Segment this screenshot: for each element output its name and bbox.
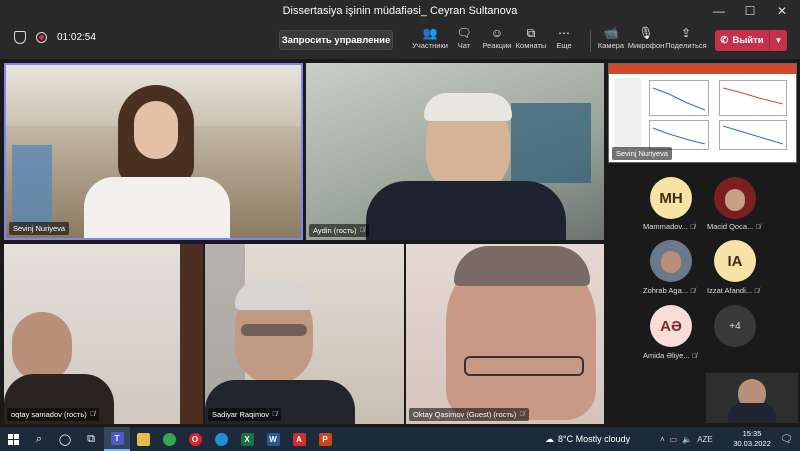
mic-muted-icon: 🎙̸ <box>359 227 365 234</box>
participant-name-label: Sadiyar Raqimov 🎙̸ <box>208 408 282 421</box>
participant-name-label: Sevinj Nuriyeva <box>9 222 70 235</box>
mic-muted-icon: 🎙̸ <box>272 411 278 418</box>
meeting-stage: Sevinj Nuriyeva Aydin (гость) 🎙̸ Sevinj N… <box>0 60 800 427</box>
notification-icon[interactable]: 🗨 <box>780 427 793 451</box>
file-explorer-icon[interactable] <box>130 427 156 451</box>
more-button[interactable]: ⋯ Еще <box>543 26 585 56</box>
mic-muted-icon: 🎙̸ <box>89 411 96 418</box>
participant-name-label: Oktay Qasimov (Guest) (гость) 🎙̸ <box>409 408 529 421</box>
windows-icon <box>7 433 19 445</box>
volume-icon[interactable]: 🔈 <box>682 435 692 444</box>
participant-name-label: oqtay samadov (гость) 🎙̸ <box>7 408 100 421</box>
mic-muted-icon: 🎙̸ <box>689 224 696 231</box>
excel-icon[interactable]: X <box>234 427 260 451</box>
participant-name: Macid Qoca... 🎙̸ <box>707 222 761 231</box>
cloud-icon: ☁ <box>545 433 554 444</box>
request-control-button[interactable]: Запросить управление <box>279 30 393 50</box>
network-icon[interactable]: ▭ <box>670 435 678 444</box>
window-titlebar: Dissertasiya işinin müdafiəsi_ Ceyran Su… <box>0 0 800 22</box>
chat-icon: 🗨 <box>456 26 472 40</box>
mic-muted-icon: 🎙̸ <box>755 224 761 231</box>
smile-icon: ☺ <box>490 26 504 40</box>
minimize-icon[interactable]: — <box>705 0 733 22</box>
window-title: Dissertasiya işinin müdafiəsi_ Ceyran Su… <box>282 5 518 17</box>
rooms-icon: ⧉ <box>526 26 536 40</box>
participant-name-label: Aydin (гость) 🎙̸ <box>309 224 369 237</box>
self-view[interactable] <box>706 373 798 423</box>
teams-taskbar-icon[interactable]: T <box>104 427 130 451</box>
video-tile[interactable]: Sadiyar Raqimov 🎙̸ <box>205 244 404 424</box>
meeting-toolbar: 01:02:54 Запросить управление 👥 Участник… <box>0 22 800 60</box>
language-indicator[interactable]: AZE <box>697 435 713 444</box>
mic-muted-icon: 🎙 <box>638 26 654 40</box>
search-icon[interactable]: ⌕ <box>26 427 52 451</box>
recording-icon <box>36 32 47 43</box>
system-tray: ˄ ▭ 🔈 AZE <box>660 427 713 451</box>
windows-taskbar: ⌕ ◯ ⧉ T O X W A P ☁ 8°C Mostly cloudy ˄ … <box>0 427 800 451</box>
start-button[interactable] <box>0 427 26 451</box>
more-participants-button[interactable]: +4 <box>714 305 756 347</box>
mic-muted-icon: 🎙̸ <box>691 353 697 360</box>
opera-icon[interactable]: O <box>182 427 208 451</box>
close-icon[interactable]: ✕ <box>768 0 796 22</box>
mic-muted-icon: 🎙̸ <box>754 288 760 295</box>
share-owner-label: Sevinj Nuriyeva <box>612 147 673 160</box>
more-icon: ⋯ <box>558 26 570 40</box>
people-icon: 👥 <box>422 26 438 40</box>
chevron-up-icon[interactable]: ˄ <box>660 435 665 444</box>
video-tile[interactable]: oqtay samadov (гость) 🎙̸ <box>4 244 203 424</box>
avatar[interactable] <box>714 177 756 219</box>
pdf-icon[interactable]: A <box>286 427 312 451</box>
participant-name: Izzat Afandi... 🎙̸ <box>707 286 760 295</box>
video-tile[interactable]: Aydin (гость) 🎙̸ <box>306 63 604 240</box>
participant-name: Zohrab Aga... 🎙̸ <box>643 286 696 295</box>
leave-button[interactable]: ✆ Выйти ▼ <box>715 30 787 51</box>
avatar[interactable]: MH <box>650 177 692 219</box>
video-tile[interactable]: Sevinj Nuriyeva <box>4 63 303 240</box>
mic-muted-icon: 🎙̸ <box>690 288 696 295</box>
participant-name: Amida Əliye... 🎙̸ <box>643 351 697 360</box>
word-icon[interactable]: W <box>260 427 286 451</box>
powerpoint-icon[interactable]: P <box>312 427 338 451</box>
cortana-icon[interactable]: ◯ <box>52 427 78 451</box>
mic-button[interactable]: 🎙 Микрофон <box>625 26 667 56</box>
edge-icon[interactable] <box>208 427 234 451</box>
shield-icon <box>14 31 26 44</box>
share-icon: ⇪ <box>680 26 692 40</box>
camera-icon: 📹 <box>603 26 619 40</box>
maximize-icon[interactable]: ☐ <box>736 0 764 22</box>
participant-name: Mammadov... 🎙̸ <box>643 222 696 231</box>
share-button[interactable]: ⇪ Поделиться <box>665 26 707 56</box>
mic-muted-icon: 🎙̸ <box>519 411 525 418</box>
shared-screen-thumbnail[interactable]: Sevinj Nuriyeva <box>608 63 797 163</box>
meeting-timer: 01:02:54 <box>57 32 96 43</box>
avatar[interactable]: IA <box>714 240 756 282</box>
chevron-down-icon[interactable]: ▼ <box>770 36 787 45</box>
video-tile[interactable]: Oktay Qasimov (Guest) (гость) 🎙̸ <box>406 244 604 424</box>
task-view-icon[interactable]: ⧉ <box>78 427 104 451</box>
chrome-icon[interactable] <box>156 427 182 451</box>
weather-widget[interactable]: ☁ 8°C Mostly cloudy <box>545 427 630 451</box>
avatar[interactable]: AƏ <box>650 305 692 347</box>
avatar[interactable] <box>650 240 692 282</box>
clock[interactable]: 15:35 30.03.2022 <box>730 429 774 449</box>
phone-icon: ✆ <box>720 35 729 46</box>
